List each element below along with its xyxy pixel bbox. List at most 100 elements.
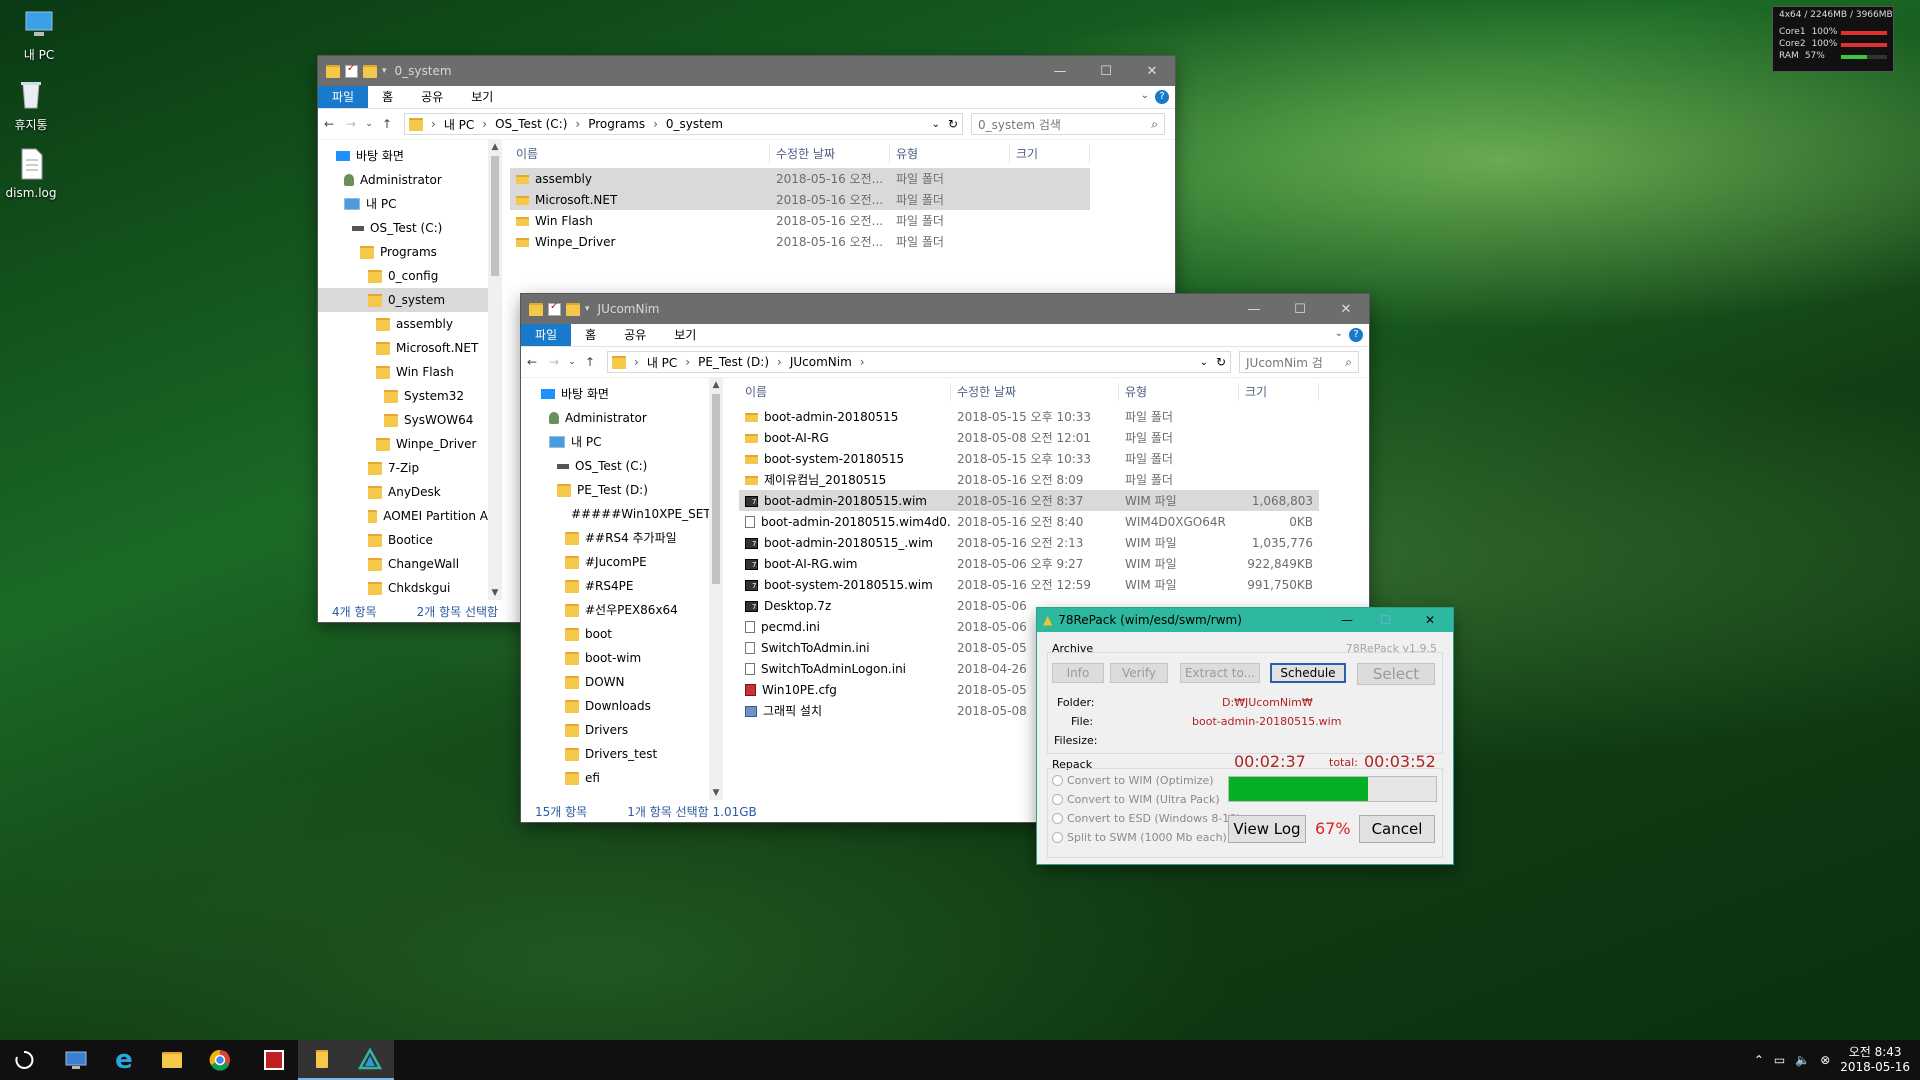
option-wim-optimize[interactable]: Convert to WIM (Optimize): [1052, 774, 1214, 787]
network-icon[interactable]: ▭: [1774, 1053, 1785, 1067]
volume-icon[interactable]: 🔈: [1795, 1053, 1810, 1067]
column-date[interactable]: 수정한 날짜: [951, 383, 1119, 401]
new-folder-icon[interactable]: [363, 64, 377, 78]
nav-item[interactable]: AOMEI Partition A: [318, 504, 488, 528]
file-row[interactable]: boot-admin-20180515.wim4d0... 2018-05-16 …: [739, 511, 1319, 532]
file-row[interactable]: Microsoft.NET 2018-05-16 오전... 파일 폴더: [510, 189, 1090, 210]
recent-dropdown-icon[interactable]: ⌄: [565, 357, 579, 367]
nav-scrollbar[interactable]: ▲ ▼: [709, 378, 723, 800]
dialog-title-bar[interactable]: ▲ 78RePack (wim/esd/swm/rwm) — ☐ ✕: [1037, 608, 1453, 632]
view-log-button[interactable]: View Log: [1228, 815, 1306, 843]
file-row[interactable]: 제이유컴님_20180515 2018-05-16 오전 8:09 파일 폴더: [739, 469, 1319, 490]
search-box[interactable]: 0_system 검색 ⌕: [971, 113, 1165, 135]
desktop-icon-recycle-bin[interactable]: 휴지통: [0, 76, 68, 133]
cancel-button[interactable]: Cancel: [1359, 815, 1435, 843]
nav-item[interactable]: Microsoft.NET: [318, 336, 488, 360]
properties-icon[interactable]: [345, 63, 358, 78]
info-button[interactable]: Info: [1052, 663, 1104, 683]
back-icon[interactable]: ←: [318, 117, 340, 131]
tray-chevron-icon[interactable]: ⌃: [1754, 1053, 1764, 1067]
taskbar-app-red-tool[interactable]: [250, 1040, 298, 1080]
nav-item[interactable]: PE_Test (D:): [521, 478, 709, 502]
recent-dropdown-icon[interactable]: ⌄: [362, 119, 376, 129]
refresh-icon[interactable]: ↻: [1216, 355, 1226, 369]
option-esd[interactable]: Convert to ESD (Windows 8-10): [1052, 812, 1241, 825]
nav-item[interactable]: #선우PEX86x64: [521, 598, 709, 622]
nav-item[interactable]: ##RS4 추가파일: [521, 526, 709, 550]
nav-item[interactable]: OS_Test (C:): [521, 454, 709, 478]
dropdown-icon[interactable]: ▾: [382, 66, 387, 76]
scroll-down-icon[interactable]: ▼: [709, 786, 723, 800]
option-wim-ultra[interactable]: Convert to WIM (Ultra Pack): [1052, 793, 1220, 806]
close-button[interactable]: ✕: [1323, 294, 1369, 324]
refresh-icon[interactable]: ↻: [948, 117, 958, 131]
file-row[interactable]: 7z boot-AI-RG.wim 2018-05-06 오후 9:27 WIM 파일…: [739, 553, 1319, 574]
nav-item[interactable]: DOWN: [521, 670, 709, 694]
nav-item[interactable]: 바탕 화면: [318, 144, 488, 168]
desktop-icon-dism-log[interactable]: dism.log: [0, 146, 68, 200]
extract-button[interactable]: Extract to...: [1180, 663, 1260, 683]
address-dropdown-icon[interactable]: ⌄: [932, 119, 940, 130]
nav-item[interactable]: 내 PC: [318, 192, 488, 216]
forward-icon[interactable]: →: [340, 117, 362, 131]
dropdown-icon[interactable]: ▾: [585, 304, 590, 314]
nav-item[interactable]: 7-Zip: [318, 456, 488, 480]
scroll-thumb[interactable]: [712, 394, 720, 584]
maximize-button[interactable]: ☐: [1380, 613, 1391, 627]
breadcrumb-item[interactable]: JUcomNim: [790, 355, 852, 369]
close-button[interactable]: ✕: [1425, 613, 1435, 627]
minimize-button[interactable]: —: [1231, 294, 1277, 324]
tab-share[interactable]: 공유: [407, 86, 457, 108]
title-bar[interactable]: ▾ 0_system — ☐ ✕: [318, 56, 1175, 86]
file-row[interactable]: Winpe_Driver 2018-05-16 오전... 파일 폴더: [510, 231, 1090, 252]
nav-item[interactable]: SysWOW64: [318, 408, 488, 432]
properties-icon[interactable]: [548, 301, 561, 316]
nav-item[interactable]: OS_Test (C:): [318, 216, 488, 240]
column-name[interactable]: 이름: [739, 383, 951, 401]
taskbar-app-ie[interactable]: e: [100, 1040, 148, 1080]
help-icon[interactable]: ?: [1155, 90, 1169, 104]
notification-icon[interactable]: ⊗: [1820, 1053, 1830, 1067]
title-bar[interactable]: ▾ JUcomNim — ☐ ✕: [521, 294, 1369, 324]
nav-item[interactable]: ChangeWall: [318, 552, 488, 576]
maximize-button[interactable]: ☐: [1083, 56, 1129, 86]
address-bar[interactable]: › 내 PC › OS_Test (C:) › Programs › 0_system…: [404, 113, 963, 135]
desktop-icon-my-pc[interactable]: 내 PC: [2, 6, 76, 63]
back-icon[interactable]: ←: [521, 355, 543, 369]
nav-item[interactable]: 0_system: [318, 288, 488, 312]
column-size[interactable]: 크기: [1239, 383, 1319, 401]
up-icon[interactable]: ↑: [376, 117, 398, 131]
nav-item[interactable]: Downloads: [521, 694, 709, 718]
ribbon-expand-icon[interactable]: ⌄: [1141, 90, 1149, 101]
address-dropdown-icon[interactable]: ⌄: [1200, 357, 1208, 368]
file-row[interactable]: 7z boot-admin-20180515.wim 2018-05-16 오전 8…: [739, 490, 1319, 511]
column-date[interactable]: 수정한 날짜: [770, 145, 890, 163]
search-input[interactable]: JUcomNim 검: [1246, 354, 1323, 371]
column-type[interactable]: 유형: [890, 145, 1010, 163]
nav-item[interactable]: Drivers: [521, 718, 709, 742]
taskbar-app-explorer[interactable]: [148, 1040, 196, 1080]
close-button[interactable]: ✕: [1129, 56, 1175, 86]
scroll-up-icon[interactable]: ▲: [488, 140, 502, 154]
up-icon[interactable]: ↑: [579, 355, 601, 369]
scroll-thumb[interactable]: [491, 156, 499, 276]
nav-item[interactable]: Administrator: [521, 406, 709, 430]
breadcrumb-item[interactable]: Programs: [588, 117, 645, 131]
file-row[interactable]: 7z boot-system-20180515.wim 2018-05-16 오전 …: [739, 574, 1319, 595]
option-swm[interactable]: Split to SWM (1000 Mb each): [1052, 831, 1227, 844]
tab-view[interactable]: 보기: [457, 86, 507, 108]
nav-item[interactable]: efi: [521, 766, 709, 790]
file-row[interactable]: 7z boot-admin-20180515_.wim 2018-05-16 오전 …: [739, 532, 1319, 553]
breadcrumb-item[interactable]: PE_Test (D:): [698, 355, 769, 369]
nav-item[interactable]: System32: [318, 384, 488, 408]
search-input[interactable]: 0_system 검색: [978, 116, 1061, 133]
nav-item[interactable]: #JucomPE: [521, 550, 709, 574]
minimize-button[interactable]: —: [1037, 56, 1083, 86]
column-size[interactable]: 크기: [1010, 145, 1090, 163]
tab-share[interactable]: 공유: [610, 324, 660, 346]
nav-scrollbar[interactable]: ▲ ▼: [488, 140, 502, 600]
nav-item[interactable]: 0_config: [318, 264, 488, 288]
tab-view[interactable]: 보기: [660, 324, 710, 346]
nav-item[interactable]: Win Flash: [318, 360, 488, 384]
new-folder-icon[interactable]: [566, 302, 580, 316]
